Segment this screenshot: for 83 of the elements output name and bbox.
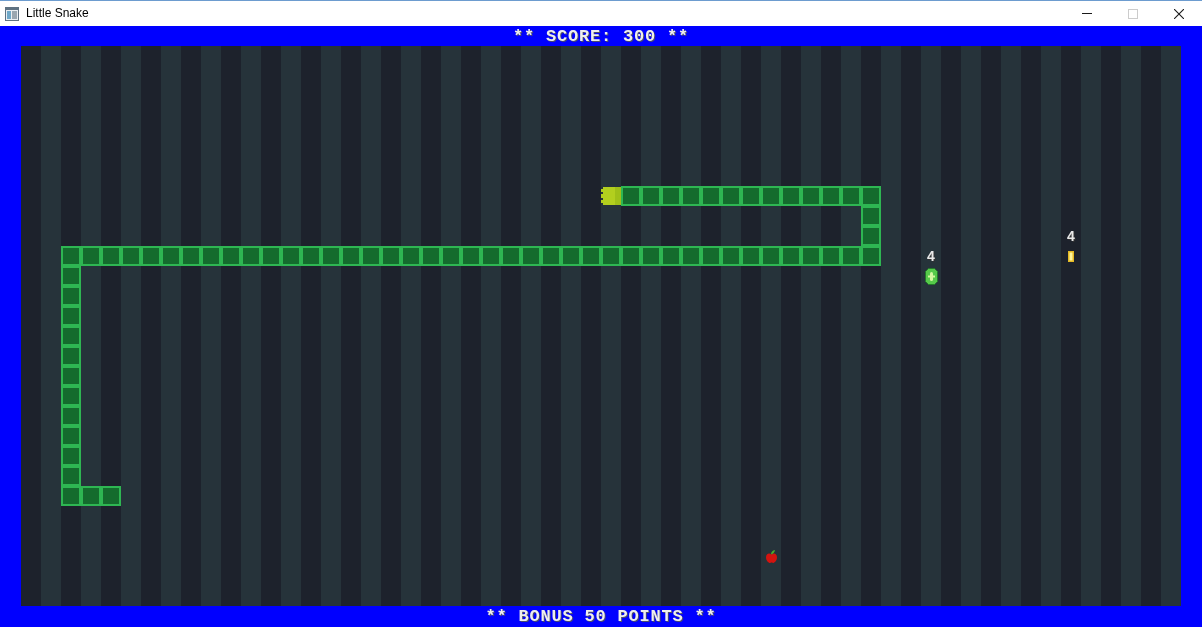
snake-segment: [221, 246, 241, 266]
snake-segment: [61, 386, 81, 406]
snake-segment: [681, 186, 701, 206]
snake-segment: [421, 246, 441, 266]
snake-segment: [61, 246, 81, 266]
snake-segment: [521, 246, 541, 266]
snake-segment: [461, 246, 481, 266]
snake-segment: [661, 246, 681, 266]
snake-segment: [101, 486, 121, 506]
snake-segment: [821, 246, 841, 266]
snake-segment: [301, 246, 321, 266]
snake-segment: [201, 246, 221, 266]
score-text: ** SCORE: 300 **: [513, 27, 689, 45]
snake-segment: [861, 186, 881, 206]
snake-segment: [741, 186, 761, 206]
snake-segment: [621, 246, 641, 266]
snake-segment: [541, 246, 561, 266]
snake-segment: [121, 246, 141, 266]
count-label: 4: [926, 250, 936, 264]
snake-segment: [141, 246, 161, 266]
snake-segment: [81, 246, 101, 266]
snake-segment: [861, 206, 881, 226]
snake-segment: [61, 306, 81, 326]
snake-segment: [621, 186, 641, 206]
snake-segment: [601, 246, 621, 266]
snake-segment: [321, 246, 341, 266]
snake-segment: [681, 246, 701, 266]
snake-segment: [701, 186, 721, 206]
snake-segment: [701, 246, 721, 266]
snake-segment: [641, 246, 661, 266]
snake-segment: [761, 246, 781, 266]
snake-head: [601, 186, 621, 206]
gem-icon: [924, 267, 938, 285]
snake-segment: [281, 246, 301, 266]
snake-segment: [61, 346, 81, 366]
window-icon: [5, 6, 19, 21]
snake-segment: [721, 246, 741, 266]
minimize-icon: [1082, 13, 1092, 14]
snake-segment: [401, 246, 421, 266]
snake-segment: [261, 246, 281, 266]
snake-segment: [801, 186, 821, 206]
snake-segment: [101, 246, 121, 266]
snake-segment: [361, 246, 381, 266]
snake-segment: [61, 366, 81, 386]
bonus-text: ** BONUS 50 POINTS **: [485, 608, 717, 625]
snake-segment: [381, 246, 401, 266]
snake-segment: [81, 486, 101, 506]
snake-segment: [721, 186, 741, 206]
snake-segment: [501, 246, 521, 266]
snake-segment: [801, 246, 821, 266]
snake-segment: [181, 246, 201, 266]
snake-segment: [861, 246, 881, 266]
close-icon: [1174, 8, 1184, 19]
snake-segment: [581, 246, 601, 266]
window-title: Little Snake: [26, 6, 89, 21]
snake-segment: [761, 186, 781, 206]
snake-segment: [61, 326, 81, 346]
apple-icon: [765, 549, 777, 563]
snake-segment: [61, 446, 81, 466]
snake-segment: [341, 246, 361, 266]
count-label: 4: [1066, 230, 1076, 244]
bar-icon: [1068, 250, 1074, 262]
snake-segment: [741, 246, 761, 266]
snake-segment: [641, 186, 661, 206]
snake-segment: [61, 286, 81, 306]
snake-segment: [61, 486, 81, 506]
snake-segment: [441, 246, 461, 266]
snake-segment: [661, 186, 681, 206]
snake-segment: [61, 266, 81, 286]
snake-segment: [161, 246, 181, 266]
snake-segment: [61, 466, 81, 486]
snake-segment: [781, 186, 801, 206]
snake-segment: [61, 426, 81, 446]
snake-segment: [481, 246, 501, 266]
snake-segment: [241, 246, 261, 266]
snake-segment: [61, 406, 81, 426]
snake-segment: [861, 226, 881, 246]
snake-segment: [561, 246, 581, 266]
snake-segment: [841, 246, 861, 266]
snake-segment: [841, 186, 861, 206]
maximize-icon: [1128, 8, 1138, 19]
snake-segment: [781, 246, 801, 266]
snake-segment: [821, 186, 841, 206]
